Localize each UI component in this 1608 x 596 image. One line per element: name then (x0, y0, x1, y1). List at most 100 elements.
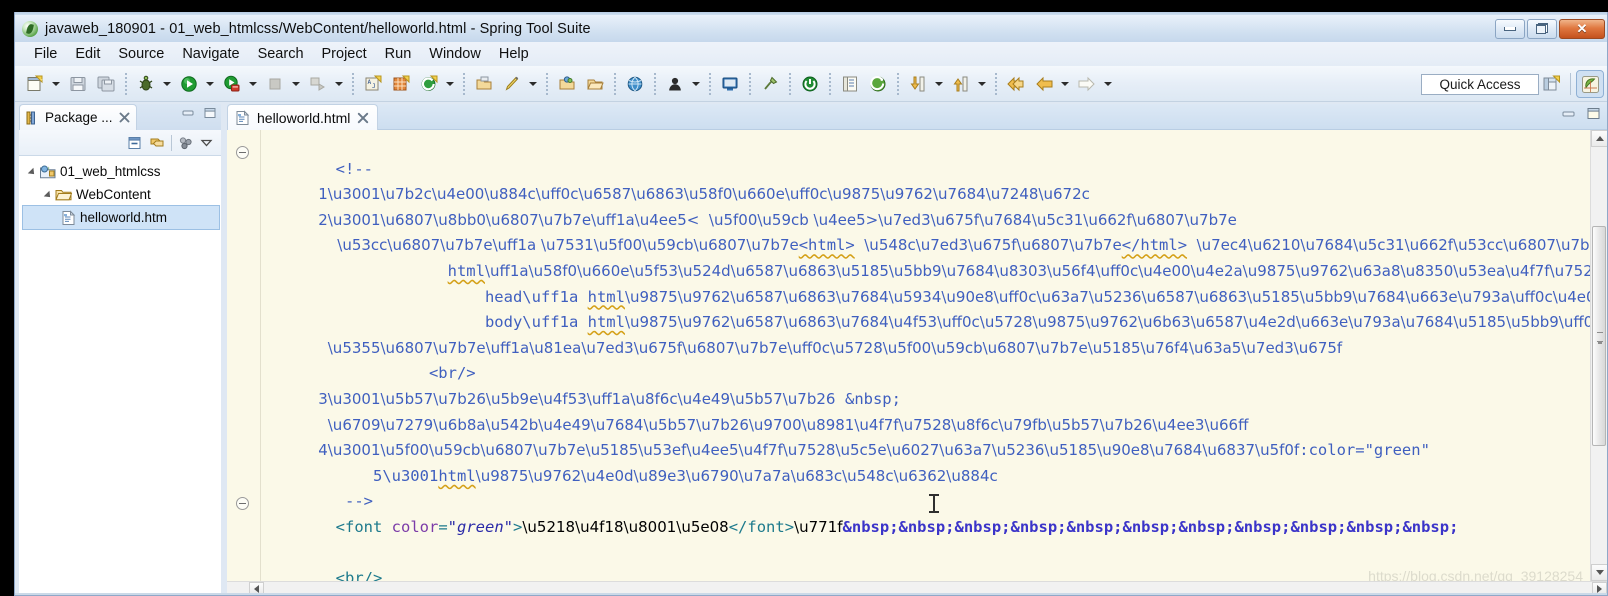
new-spring-element-icon[interactable] (416, 71, 442, 97)
svg-text:A: A (368, 79, 372, 86)
source-code[interactable]: <!-- 1\u3001\u7b2c\u4e00\u884c\uff0c\u65… (261, 130, 1590, 581)
quick-fix-dropdown-arrow[interactable] (526, 72, 539, 96)
new-grid-icon[interactable] (388, 71, 414, 97)
run-dropdown-arrow[interactable] (203, 72, 216, 96)
code-line-8: \u5355\u6807\u7b7e\uff1a\u81ea\u7ed3\u67… (261, 338, 1343, 357)
run-server-icon[interactable] (219, 71, 245, 97)
code-line-7: body\uff1a html\u9875\u9762\u6587\u6863\… (261, 313, 1590, 332)
text-ibeam-cursor (929, 494, 939, 513)
next-annotation-dropdown-arrow[interactable] (932, 72, 945, 96)
toolbar-separator-3 (463, 72, 465, 95)
debug-dropdown-arrow[interactable] (160, 72, 173, 96)
new-wizard-dropdown-arrow[interactable] (49, 72, 62, 96)
editor-text-area[interactable]: \\ \u88ab\u6d4b\u8bd5\u6ce8\u91ca\uff1a\… (227, 130, 1607, 594)
open-folder-icon[interactable] (582, 71, 608, 97)
next-annotation-icon[interactable] (905, 71, 931, 97)
console-icon[interactable] (717, 71, 743, 97)
spring-boot-icon[interactable] (865, 71, 891, 97)
forward-dropdown-arrow[interactable] (1101, 72, 1114, 96)
minimize-button[interactable] (1495, 18, 1525, 39)
package-explorer-tab[interactable]: Package ... (19, 104, 137, 130)
minimize-view-button[interactable] (1561, 108, 1576, 120)
minimize-icon (1504, 26, 1516, 31)
menu-item-edit[interactable]: Edit (66, 44, 109, 64)
project-tree[interactable]: 01_web_htmlcss WebContent helloworld.htm (19, 156, 221, 594)
menu-item-source[interactable]: Source (109, 44, 173, 64)
forward-back-icon[interactable] (1031, 71, 1057, 97)
forward-back-dropdown-arrow[interactable] (1058, 72, 1071, 96)
html-file-icon (61, 209, 76, 226)
external-tools-dropdown-arrow[interactable] (332, 72, 345, 96)
menu-item-project[interactable]: Project (313, 44, 376, 64)
scroll-down-arrow[interactable] (1591, 564, 1607, 581)
collapse-all-icon[interactable] (127, 135, 143, 151)
package-explorer-view-buttons (181, 107, 217, 119)
expand-twisty-icon[interactable] (41, 183, 55, 206)
close-icon[interactable] (119, 112, 130, 123)
tree-item-helloworld[interactable]: helloworld.htm (22, 205, 220, 230)
external-tools-icon[interactable] (305, 71, 331, 97)
toolbar-separator-12 (995, 72, 997, 95)
quick-access-input[interactable]: Quick Access (1421, 74, 1539, 95)
tree-item-webcontent[interactable]: WebContent (19, 183, 221, 206)
nbsp-entities: &nbsp;&nbsp;&nbsp;&nbsp;&nbsp;&nbsp;&nbs… (842, 517, 1459, 536)
minimize-view-button[interactable] (181, 107, 195, 119)
package-explorer-tab-label: Package ... (45, 110, 113, 125)
quick-fix-icon[interactable] (499, 71, 525, 97)
tree-item-project[interactable]: 01_web_htmlcss (19, 160, 221, 183)
application-window: javaweb_180901 - 01_web_htmlcss/WebConte… (0, 0, 1608, 596)
power-icon[interactable] (797, 71, 823, 97)
menu-item-help[interactable]: Help (490, 44, 538, 64)
open-type-icon[interactable] (471, 71, 497, 97)
menu-item-window[interactable]: Window (420, 44, 490, 64)
user-profile-icon[interactable] (662, 71, 688, 97)
scroll-up-arrow[interactable] (1591, 130, 1607, 147)
maximize-view-button[interactable] (1586, 107, 1601, 120)
previous-annotation-icon[interactable] (948, 71, 974, 97)
code-line-13: 5\u3001html\u9875\u9762\u4e0d\u89e3\u679… (261, 466, 998, 485)
menu-item-search[interactable]: Search (249, 44, 313, 64)
code-line-10: 3\u3001\u5b57\u7b26\u5b9e\u4f53\uff1a\u8… (261, 389, 901, 408)
package-explorer-view: Package ... 01_web_htmlcss WebContent he… (19, 104, 221, 594)
vertical-scroll-thumb[interactable] (1592, 226, 1606, 446)
back-icon[interactable] (1003, 71, 1029, 97)
spring-perspective-icon[interactable] (1576, 70, 1604, 98)
toolbar-separator-1 (125, 72, 127, 95)
close-button[interactable]: ✕ (1559, 18, 1605, 39)
save-all-icon[interactable] (93, 71, 119, 97)
menu-item-navigate[interactable]: Navigate (173, 44, 248, 64)
run-icon[interactable] (176, 71, 202, 97)
new-wizard-icon[interactable] (22, 71, 48, 97)
link-with-editor-icon[interactable] (149, 135, 165, 151)
code-line-3: 2\u3001\u6807\u8bb0\u6807\u7b7e\uff1a\u4… (261, 210, 1237, 229)
code-line-11: \u6709\u7279\u6b8a\u542b\u4e49\u7684\u5b… (261, 415, 1249, 434)
pin-icon[interactable] (757, 71, 783, 97)
view-menu-dots-icon[interactable] (178, 135, 194, 151)
fold-marker-font[interactable] (236, 497, 249, 510)
report-icon[interactable] (837, 71, 863, 97)
menu-item-file[interactable]: File (25, 44, 66, 64)
expand-twisty-icon[interactable] (25, 160, 39, 183)
run-server-dropdown-arrow[interactable] (246, 72, 259, 96)
open-perspective-icon[interactable] (1538, 71, 1564, 97)
open-resource-icon[interactable] (554, 71, 580, 97)
editor-vertical-scrollbar[interactable] (1590, 130, 1607, 581)
maximize-view-button[interactable] (203, 107, 217, 119)
code-line-9: <br/> (261, 364, 476, 383)
close-icon[interactable] (357, 112, 369, 124)
view-menu-chevron-icon[interactable] (200, 136, 213, 149)
fold-marker-comment[interactable] (236, 146, 249, 159)
user-profile-dropdown-arrow[interactable] (689, 72, 702, 96)
new-java-package-icon[interactable]: A J (360, 71, 386, 97)
menu-item-run[interactable]: Run (376, 44, 421, 64)
stop-dropdown-arrow[interactable] (289, 72, 302, 96)
debug-icon[interactable] (133, 71, 159, 97)
save-icon[interactable] (65, 71, 91, 97)
previous-annotation-dropdown-arrow[interactable] (975, 72, 988, 96)
restore-button[interactable] (1527, 18, 1557, 39)
editor-gutter[interactable] (227, 130, 261, 581)
web-browser-icon[interactable] (622, 71, 648, 97)
new-spring-element-dropdown-arrow[interactable] (443, 72, 456, 96)
code-line-5: html\uff1a\u58f0\u660e\u5f53\u524d\u6587… (447, 261, 1590, 280)
editor-tab-helloworld[interactable]: helloworld.html (227, 104, 379, 130)
